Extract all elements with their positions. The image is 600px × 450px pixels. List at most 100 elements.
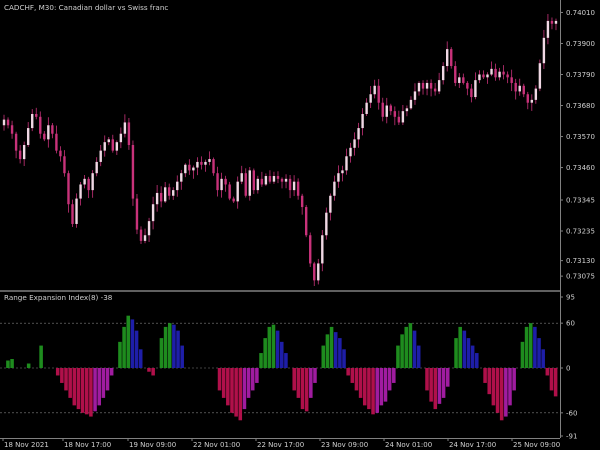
candle-down <box>232 198 235 202</box>
indicator-bar <box>333 332 338 368</box>
candle-up <box>341 170 344 174</box>
candle-up <box>26 128 30 145</box>
candle-down <box>212 159 215 174</box>
candle-down <box>514 82 517 92</box>
indicator-bar <box>97 367 101 406</box>
candle-down <box>39 116 42 134</box>
indicator-bar <box>346 367 350 376</box>
indicator-bar <box>433 367 438 410</box>
candle-down <box>71 204 74 224</box>
candle-up <box>534 88 538 100</box>
candle-down <box>87 178 90 191</box>
indicator-bar <box>425 367 429 391</box>
indicator-bar <box>167 323 172 368</box>
indicator-bar <box>387 367 392 391</box>
candle-up <box>546 20 550 38</box>
candle-up <box>458 77 461 83</box>
candle-down <box>131 145 135 199</box>
candle-down <box>482 74 485 78</box>
time-tick-label: 22 Nov 17:00 <box>257 441 304 449</box>
indicator-bar <box>118 341 122 368</box>
indicator-bar <box>296 367 301 398</box>
indicator-bar <box>304 367 309 412</box>
candle-up <box>31 113 34 129</box>
price-tick-label: 0.73075 <box>566 273 595 281</box>
time-tick-label: 24 Nov 01:00 <box>385 441 432 449</box>
indicator-bar <box>358 367 363 398</box>
candle-up <box>184 164 187 174</box>
indicator-bar <box>230 367 234 413</box>
candle-up <box>240 173 243 182</box>
candle-up <box>192 167 195 171</box>
candle-down <box>55 133 58 151</box>
candle-up <box>292 181 296 191</box>
indicator-bar <box>354 367 359 391</box>
indicator-bar <box>221 367 226 398</box>
indicator-bar <box>441 367 446 398</box>
indicator-bar <box>309 367 313 398</box>
candle-down <box>111 139 114 151</box>
indicator-bar <box>26 363 31 368</box>
candle-up <box>196 161 199 168</box>
candle-up <box>365 102 368 114</box>
price-tick-label: 0.73570 <box>566 133 595 141</box>
indicator-bar <box>392 367 396 383</box>
indicator-bar <box>284 353 288 368</box>
candle-up <box>317 263 320 281</box>
indicator-bar <box>105 367 110 391</box>
candle-up <box>163 187 167 202</box>
indicator-bar <box>533 326 537 368</box>
indicator-bar <box>313 367 317 383</box>
indicator-bar <box>126 315 131 368</box>
candle-up <box>417 82 421 92</box>
indicator-bar <box>242 367 247 410</box>
candle-down <box>260 178 264 185</box>
candle-up <box>446 49 449 67</box>
indicator-bar <box>101 367 106 398</box>
indicator-bar <box>255 367 259 383</box>
indicator-bar <box>325 334 330 368</box>
time-tick-label: 22 Nov 01:00 <box>193 441 240 449</box>
price-tick-label: 0.73460 <box>566 164 595 172</box>
indicator-bar <box>541 349 545 368</box>
candle-up <box>337 173 340 182</box>
candle-up <box>478 74 481 81</box>
price-tick-label: 0.73790 <box>566 71 595 79</box>
indicator-bar <box>504 367 508 417</box>
indicator-bar <box>396 345 400 368</box>
indicator-bar <box>300 367 305 410</box>
indicator-bar <box>10 359 14 368</box>
candle-up <box>220 178 223 191</box>
indicator-bar <box>412 330 417 368</box>
candle-up <box>172 190 175 196</box>
indicator-bar <box>545 367 550 376</box>
indicator-bar <box>60 367 64 383</box>
indicator-bar <box>491 367 496 406</box>
candle-down <box>59 150 62 157</box>
indicator-bar <box>93 367 97 412</box>
candle-up <box>103 142 106 151</box>
candle-up <box>490 68 493 75</box>
candle-down <box>494 68 497 78</box>
indicator-bar <box>271 324 276 368</box>
chart-canvas: CADCHF, M30: Canadian dollar vs Swiss fr… <box>0 0 600 450</box>
candle-up <box>204 161 207 165</box>
indicator-bar <box>238 367 243 421</box>
candle-down <box>454 66 457 83</box>
indicator-bar <box>338 338 342 368</box>
indicator-bar <box>234 367 238 417</box>
indicator-bar <box>416 345 421 368</box>
candle-up <box>333 181 336 196</box>
candle-up <box>538 63 542 89</box>
candle-down <box>200 161 203 165</box>
indicator-bar <box>321 345 326 368</box>
indicator-bar <box>292 367 296 391</box>
indicator-bar <box>462 330 467 368</box>
indicator-bar <box>39 345 43 368</box>
candle-up <box>115 142 119 151</box>
indicator-bar <box>470 345 475 368</box>
indicator-bar <box>553 367 558 397</box>
indicator-bar <box>275 330 280 368</box>
indicator-bar <box>400 334 404 368</box>
candle-up <box>542 37 546 64</box>
